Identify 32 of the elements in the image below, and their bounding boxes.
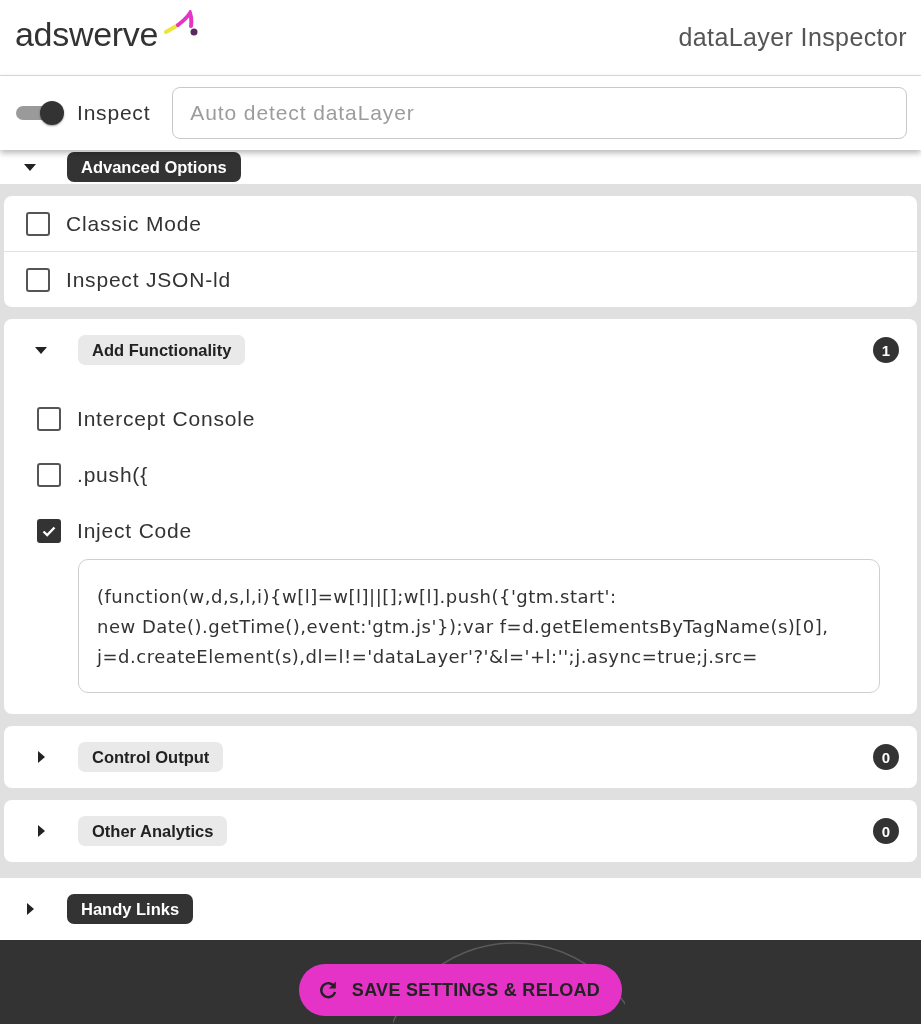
checkbox[interactable] <box>37 463 61 487</box>
checkbox-label: Inject Code <box>77 519 193 543</box>
section-title[interactable]: Other Analytics <box>78 816 228 846</box>
refresh-icon <box>317 980 338 1000</box>
toggle-label: Inspect <box>77 101 151 125</box>
caret-down-icon[interactable] <box>24 163 36 171</box>
toggle-switch[interactable] <box>16 101 64 125</box>
section-title[interactable]: Control Output <box>78 742 224 772</box>
section-title[interactable]: Handy Links <box>67 894 194 924</box>
checkbox[interactable] <box>26 211 50 236</box>
checkbox-label: .push({ <box>77 463 148 487</box>
count-badge: 0 <box>873 744 899 770</box>
checkbox[interactable] <box>37 519 61 543</box>
caret-right-icon[interactable] <box>37 751 45 763</box>
code-field[interactable]: (function(w,d,s,l,i){w[l]=w[l]||[];w[l].push({'gtm.start': new Date().getTime(),event:'gtm.js'});var f=d.getElementsByTagName(s)[0], j=d.createElement(s),dl=l!='dataLayer'?'&l='+l:'';j.async=true;j.src= <box>78 559 880 693</box>
checkbox-label: Classic Mode <box>66 211 202 236</box>
checkbox[interactable] <box>26 267 50 292</box>
checkmark-icon <box>42 525 56 537</box>
caret-right-icon[interactable] <box>37 825 45 837</box>
save-button[interactable]: SAVE SETTINGS & RELOAD <box>298 964 623 1016</box>
count-badge: 1 <box>873 337 899 363</box>
section-title[interactable]: Advanced Options <box>67 152 241 182</box>
app-title: dataLayer Inspector <box>678 23 907 52</box>
caret-down-icon[interactable] <box>35 346 47 354</box>
logo-text: adswerve <box>15 13 159 54</box>
caret-right-icon[interactable] <box>26 903 34 915</box>
count-badge: 0 <box>873 818 899 844</box>
checkbox-label: Intercept Console <box>77 407 256 431</box>
checkbox-label: Inspect JSON-ld <box>66 267 231 292</box>
section-title[interactable]: Add Functionality <box>78 335 246 365</box>
input-field[interactable]: Auto detect dataLayer <box>172 87 907 139</box>
checkbox[interactable] <box>37 407 61 431</box>
